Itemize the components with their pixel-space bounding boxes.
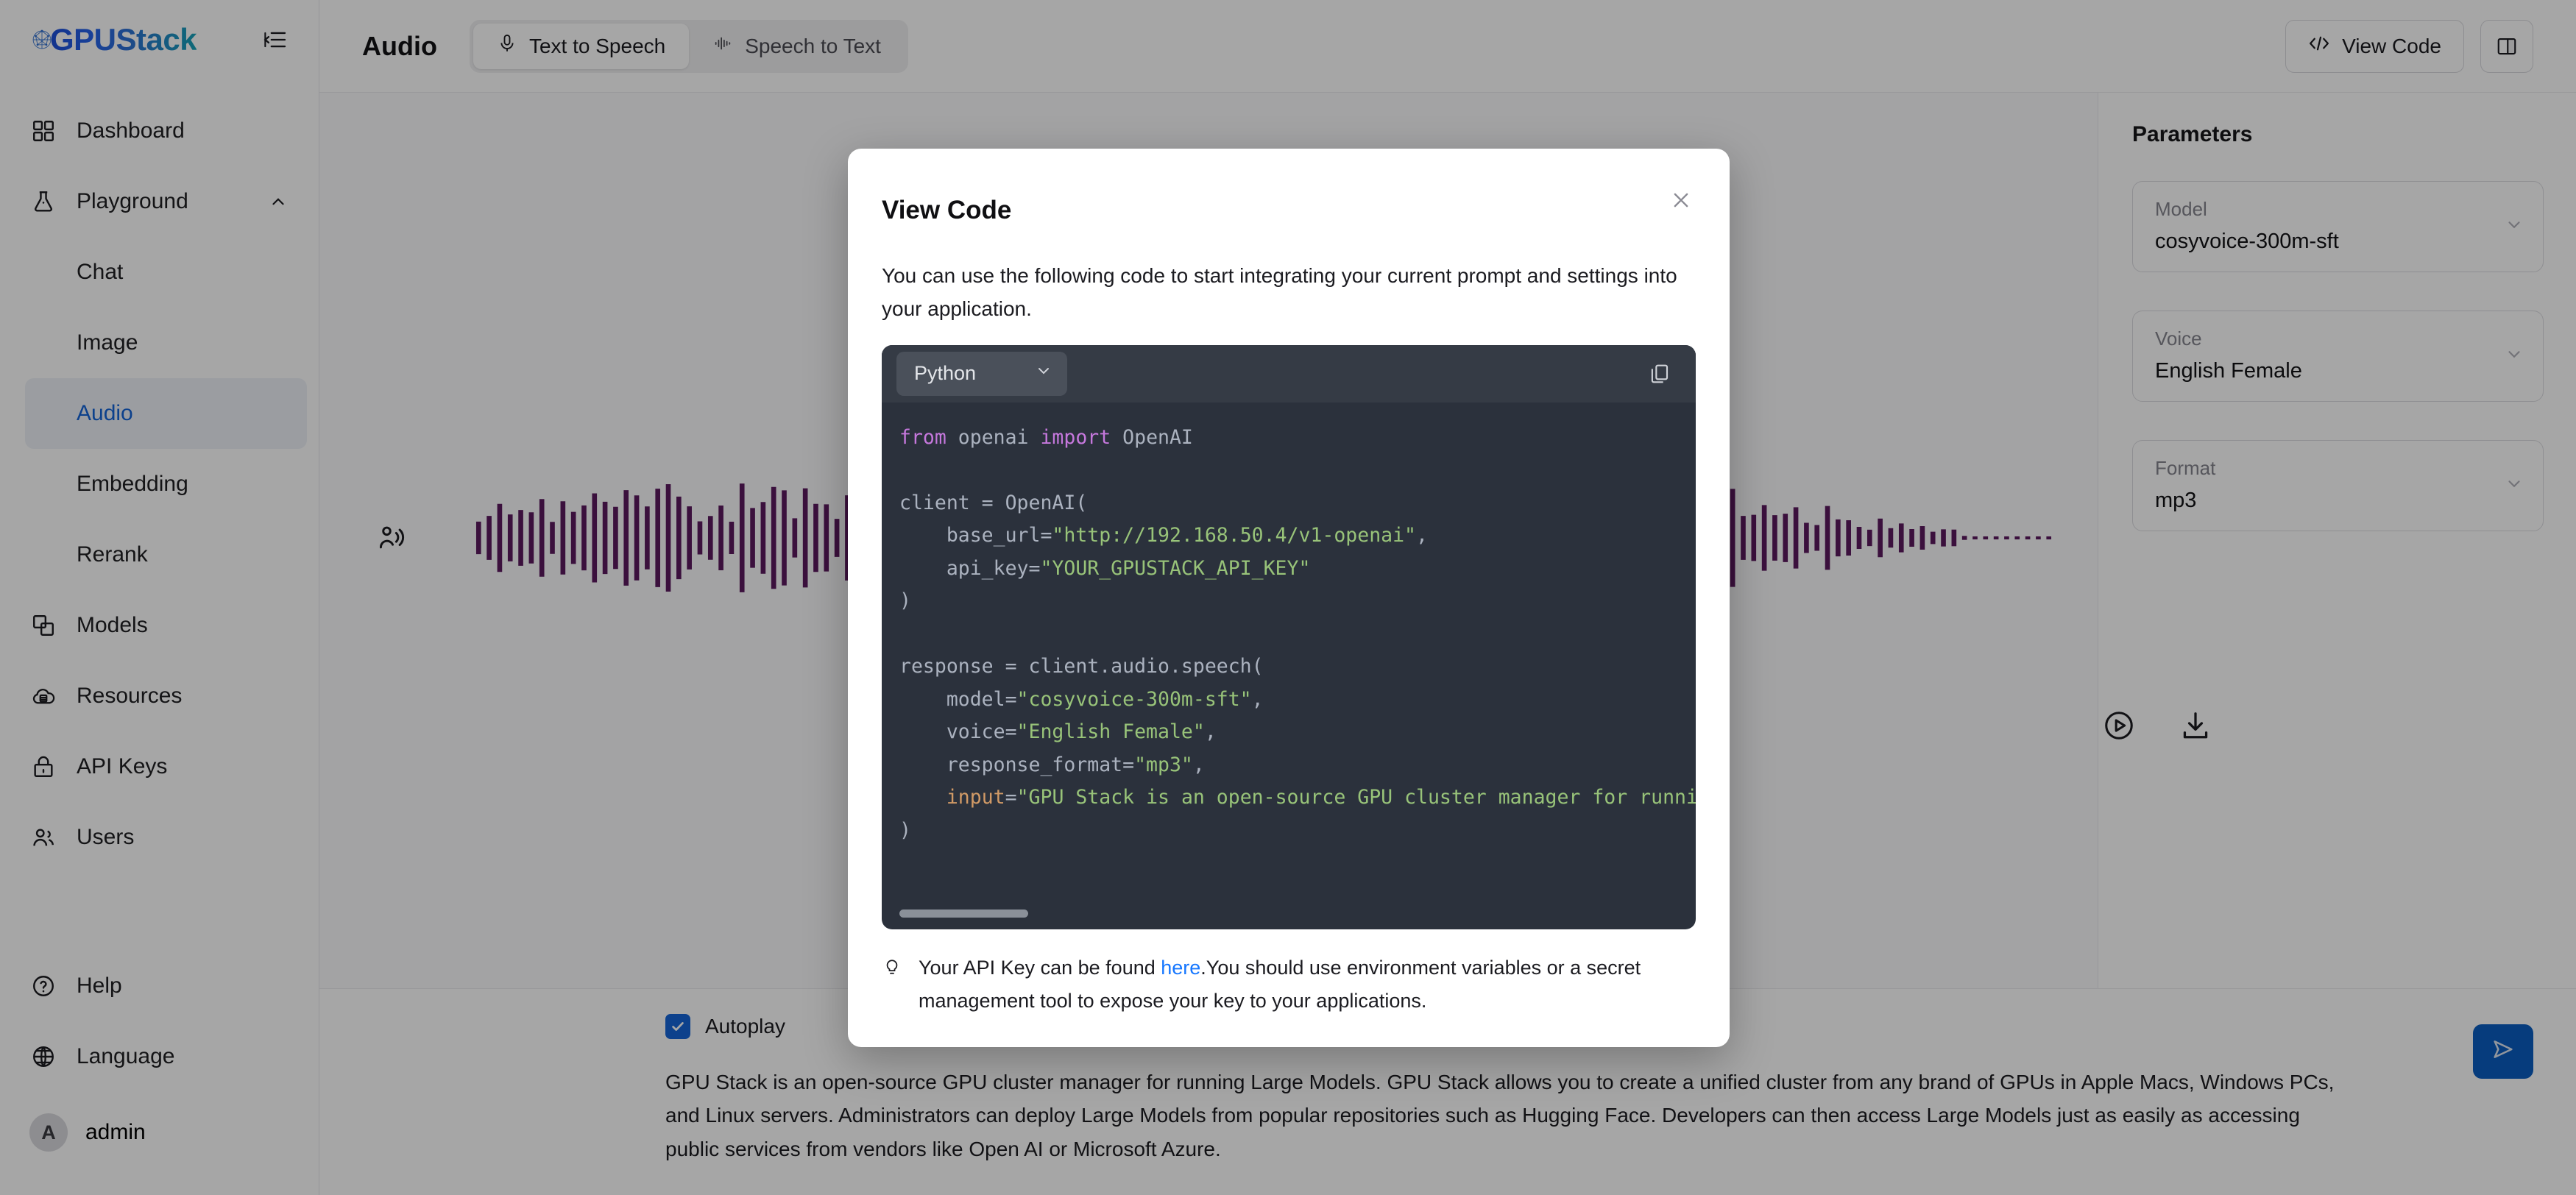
language-select[interactable]: Python — [896, 351, 1067, 396]
api-key-note: Your API Key can be found here.You shoul… — [919, 951, 1655, 1018]
language-label: Python — [914, 362, 977, 385]
code-toolbar: Python — [882, 344, 1696, 403]
copy-icon[interactable] — [1643, 357, 1677, 391]
view-code-modal: View Code You can use the following code… — [848, 149, 1730, 1047]
modal-footer: Your API Key can be found here.You shoul… — [882, 929, 1696, 1047]
chevron-down-icon — [1035, 362, 1052, 385]
code-body[interactable]: from openai import OpenAI client = OpenA… — [882, 403, 1696, 930]
modal-title: View Code — [882, 196, 1012, 224]
code-card: Python from openai import OpenAI client … — [882, 344, 1696, 930]
close-icon[interactable] — [1665, 184, 1697, 216]
modal-description: You can use the following code to start … — [882, 264, 1677, 321]
api-key-note-prefix: Your API Key can be found — [919, 957, 1161, 979]
lightbulb-icon — [882, 951, 907, 980]
api-keys-link[interactable]: here — [1161, 957, 1200, 979]
code-horizontal-scrollbar[interactable] — [899, 909, 1028, 918]
code-content: from openai import OpenAI client = OpenA… — [899, 425, 1696, 842]
